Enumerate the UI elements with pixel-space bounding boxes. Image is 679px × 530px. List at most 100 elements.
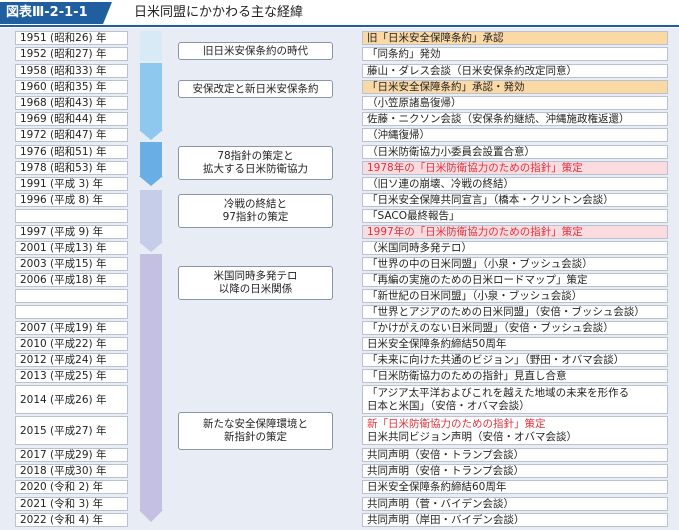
event-line: 「アジア太平洋およびこれを越えた地域の未来を形作る xyxy=(367,387,630,399)
year-cell: 2017 (平成29) 年 xyxy=(15,448,128,462)
era-label-line: 78指針の策定と xyxy=(217,150,294,162)
event-line: 旧「日米安全保障条約」承認 xyxy=(367,31,504,44)
year-cell: 2003 (平成15) 年 xyxy=(15,257,128,271)
year-cell: 1958 (昭和33) 年 xyxy=(15,64,128,78)
event-line: 共同声明（菅・バイデン会談） xyxy=(367,497,514,510)
era-arrow-shaft xyxy=(140,190,162,242)
era-label-line: 旧日米安保条約の時代 xyxy=(203,44,308,57)
header-rule xyxy=(0,25,679,27)
event-cell: 「世界の中の日米同盟」（小泉・ブッシュ会談） xyxy=(362,257,668,271)
era-arrow-head xyxy=(139,176,163,186)
era-label: 冷戦の終結と 97指針の策定 xyxy=(178,194,333,228)
event-cell: （小笠原諸島復帰） xyxy=(362,96,668,110)
era-arrow xyxy=(139,254,163,522)
event-cell: 佐藤・ニクソン会談（安保条約継続、沖縄施政権返還） xyxy=(362,112,668,126)
era-label-line: 新指針の策定 xyxy=(224,431,287,443)
era-label: 78指針の策定と 拡大する日米防衛協力 xyxy=(178,146,333,180)
era-label-line: 拡大する日米防衛協力 xyxy=(203,163,308,175)
event-line: 「日米安全保障共同宣言」（橋本・クリントン会談） xyxy=(367,193,614,206)
event-cell: 「アジア太平洋およびこれを越えた地域の未来を形作る 日本と米国」（安倍・オバマ会談… xyxy=(362,385,668,414)
year-cell: 1997 (平成 9) 年 xyxy=(15,225,128,239)
event-line: 日米安全保障条約締結50周年 xyxy=(367,337,507,350)
event-cell: 共同声明（安倍・トランプ会談） xyxy=(362,464,668,478)
era-arrow xyxy=(139,190,163,252)
era-arrow-head xyxy=(139,130,163,140)
year-cell: 1991 (平成 3) 年 xyxy=(15,177,128,191)
year-cell: 2007 (平成19) 年 xyxy=(15,321,128,335)
event-line: 日本と米国」（安倍・オバマ会談） xyxy=(367,399,530,412)
year-cell: 2006 (平成18) 年 xyxy=(15,273,128,287)
year-cell: 1996 (平成 8) 年 xyxy=(15,193,128,207)
event-line: （沖縄復帰） xyxy=(367,128,430,141)
era-label-line: 安保改定と新日米安保条約 xyxy=(192,82,319,95)
year-cell: 1960 (昭和35) 年 xyxy=(15,80,128,94)
event-line: （日米防衛協力小委員会設置合意） xyxy=(367,145,535,158)
event-line: 「世界とアジアのための日米同盟」（安倍・ブッシュ会談） xyxy=(367,305,645,318)
event-cell: 「かけがえのない日米同盟」（安倍・ブッシュ会談） xyxy=(362,321,668,335)
event-cell: （米国同時多発テロ） xyxy=(362,241,668,255)
event-line: 共同声明（安倍・トランプ会談） xyxy=(367,448,525,461)
event-line: 藤山・ダレス会談（日米安保条約改定同意） xyxy=(367,64,577,77)
year-cell: 2001 (平成13) 年 xyxy=(15,241,128,255)
event-line: 「日米防衛協力のための指針」見直し合意 xyxy=(367,369,567,382)
year-cell: 2014 (平成26) 年 xyxy=(15,385,128,414)
year-cell: 1976 (昭和51) 年 xyxy=(15,145,128,159)
event-line: （米国同時多発テロ） xyxy=(367,241,472,254)
event-line: 「未来に向けた共通のビジョン」（野田・オバマ会談） xyxy=(367,353,625,366)
era-arrow xyxy=(139,31,163,61)
event-cell: （旧ソ連の崩壊、冷戦の終結） xyxy=(362,177,668,191)
event-cell: （日米防衛協力小委員会設置合意） xyxy=(362,145,668,159)
figure-title: 日米同盟にかかわる主な経緯 xyxy=(134,5,304,20)
event-line: 「再編の実施のための日米ロードマップ」策定 xyxy=(367,273,588,286)
era-arrow-head xyxy=(139,510,163,522)
event-cell: 「日米安全保障共同宣言」（橋本・クリントン会談） xyxy=(362,193,668,207)
year-cell: 2018 (平成30) 年 xyxy=(15,464,128,478)
event-line: 日米共同ビジョン声明（安倍・オバマ会談） xyxy=(367,430,577,443)
event-cell: 「再編の実施のための日米ロードマップ」策定 xyxy=(362,273,668,287)
era-label-line: 米国同時多発テロ xyxy=(213,270,298,282)
era-arrow-head xyxy=(139,242,163,252)
year-cell: 1968 (昭和43) 年 xyxy=(15,96,128,110)
event-line: 佐藤・ニクソン会談（安保条約継続、沖縄施政権返還） xyxy=(367,112,630,125)
event-line: 「かけがえのない日米同盟」（安倍・ブッシュ会談） xyxy=(367,321,614,334)
event-cell: 旧「日米安全保障条約」承認 xyxy=(362,31,668,45)
event-cell: 新「日米防衛協力のための指針」策定 日米共同ビジョン声明（安倍・オバマ会談） xyxy=(362,416,668,445)
era-label: 旧日米安保条約の時代 xyxy=(178,42,333,60)
event-cell: 「SACO最終報告」 xyxy=(362,209,668,223)
event-cell: 「同条約」発効 xyxy=(362,47,668,61)
event-line: 共同声明（安倍・トランプ会談） xyxy=(367,464,525,477)
event-cell: 「日米防衛協力のための指針」見直し合意 xyxy=(362,369,668,383)
event-line: 1997年の「日米防衛協力のための指針」策定 xyxy=(367,225,583,238)
event-line: 「新世紀の日米同盟」（小泉・ブッシュ会談） xyxy=(367,289,583,302)
era-arrow xyxy=(139,63,163,140)
year-cell xyxy=(15,289,128,303)
event-cell: 共同声明（安倍・トランプ会談） xyxy=(362,448,668,462)
era-label: 新たな安全保障環境と 新指針の策定 xyxy=(178,412,333,450)
event-cell: （沖縄復帰） xyxy=(362,128,668,142)
event-line: （小笠原諸島復帰） xyxy=(367,96,462,109)
era-label-line: 冷戦の終結と xyxy=(224,198,287,210)
year-cell: 2012 (平成24) 年 xyxy=(15,353,128,367)
era-arrow-shaft xyxy=(140,254,162,510)
event-cell: 共同声明（岸田・バイデン会談） xyxy=(362,513,668,527)
event-line: 共同声明（岸田・バイデン会談） xyxy=(367,513,525,526)
event-cell: 日米安全保障条約締結60周年 xyxy=(362,480,668,494)
year-cell xyxy=(15,305,128,319)
figure-header: 図表Ⅲ-2-1-1 日米同盟にかかわる主な経緯 xyxy=(0,0,679,27)
event-cell: 日米安全保障条約締結50周年 xyxy=(362,337,668,351)
event-line: 新「日米防衛協力のための指針」策定 xyxy=(367,418,546,430)
year-cell xyxy=(15,209,128,223)
era-arrow xyxy=(139,142,163,186)
year-cell: 2020 (令和 2) 年 xyxy=(15,480,128,494)
event-cell: 藤山・ダレス会談（日米安保条約改定同意） xyxy=(362,64,668,78)
era-label-line: 新たな安全保障環境と xyxy=(203,418,308,430)
event-cell: 共同声明（菅・バイデン会談） xyxy=(362,497,668,511)
year-cell: 1972 (昭和47) 年 xyxy=(15,128,128,142)
event-line: 「同条約」発効 xyxy=(367,47,441,60)
year-cell: 1952 (昭和27) 年 xyxy=(15,47,128,61)
year-cell: 1969 (昭和44) 年 xyxy=(15,112,128,126)
event-line: 「日米安全保障条約」承認・発効 xyxy=(367,80,525,93)
era-arrow-shaft xyxy=(140,63,162,130)
year-cell: 2015 (平成27) 年 xyxy=(15,416,128,445)
event-line: （旧ソ連の崩壊、冷戦の終結） xyxy=(367,177,514,190)
